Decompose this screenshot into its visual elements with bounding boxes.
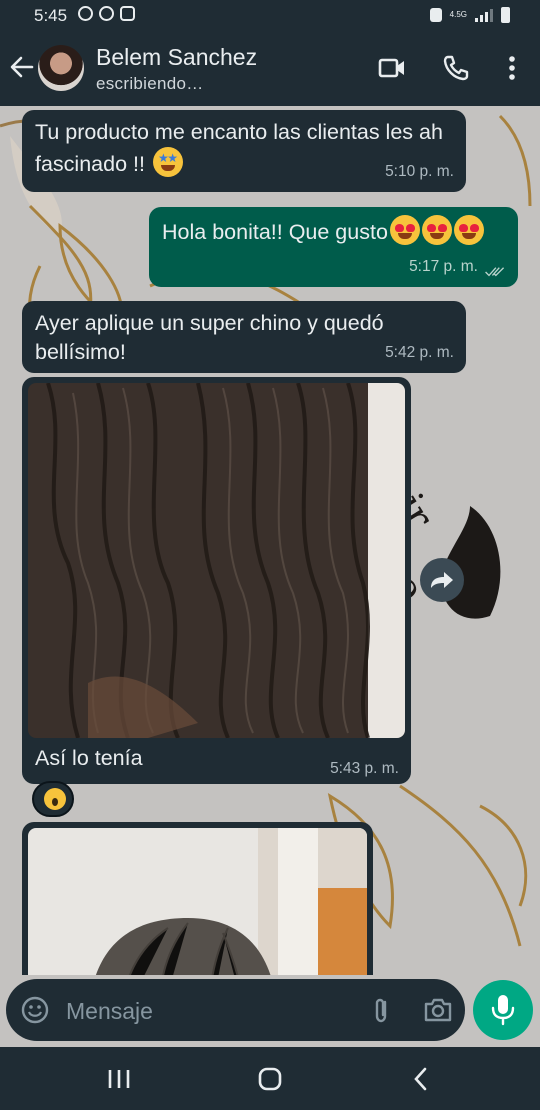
instagram-icon <box>120 6 135 21</box>
message-time: 5:42 p. m. <box>385 344 454 361</box>
voice-message-button[interactable] <box>473 980 533 1040</box>
contact-status: escribiendo… <box>96 74 204 93</box>
emoji-picker-icon[interactable] <box>20 995 50 1025</box>
message-time: 5:10 p. m. <box>385 163 454 180</box>
recent-apps-icon[interactable] <box>104 1065 134 1093</box>
status-bar: 5:45 4.5G <box>0 0 540 32</box>
message-bubble-outgoing[interactable]: Hola bonita!! Que gusto 5:17 p. m. <box>149 207 518 287</box>
read-receipt-icon <box>485 267 505 277</box>
network-type: 4.5G <box>449 10 467 19</box>
video-call-icon[interactable] <box>376 52 408 84</box>
camera-icon[interactable] <box>422 995 454 1025</box>
hair-photo-after[interactable] <box>28 828 367 975</box>
star-struck-emoji-icon <box>152 147 183 177</box>
notification-icons <box>78 6 135 21</box>
surprised-face-emoji-icon <box>44 788 66 810</box>
heart-eyes-emoji-icon <box>453 215 484 245</box>
back-nav-icon[interactable] <box>406 1065 436 1093</box>
avatar[interactable] <box>38 45 84 91</box>
heart-eyes-emoji-icon <box>421 215 452 245</box>
chat-area[interactable]: ir care Tu producto me encanto las clien… <box>0 106 540 975</box>
message-input-container[interactable] <box>6 979 465 1041</box>
facebook-icon <box>78 6 93 21</box>
forward-icon <box>431 572 453 588</box>
chat-header: Belem Sanchez escribiendo… <box>0 32 540 106</box>
image-message-incoming[interactable]: Así lo tenía 5:43 p. m. <box>22 377 411 784</box>
composer-bar <box>0 975 540 1047</box>
messenger-icon <box>99 6 114 21</box>
message-reaction[interactable] <box>32 781 74 817</box>
forward-button[interactable] <box>420 558 464 602</box>
contact-name[interactable]: Belem Sanchez <box>96 44 257 71</box>
message-text: Ayer aplique un super chino y quedó bell… <box>35 311 384 364</box>
message-bubble-incoming[interactable]: Tu producto me encanto las clientas les … <box>22 110 466 192</box>
message-text: Hola bonita!! Que gusto <box>162 220 388 244</box>
battery-icon <box>501 7 510 23</box>
heart-eyes-emoji-icon <box>389 215 420 245</box>
message-input[interactable] <box>64 993 348 1029</box>
battery-saver-icon <box>429 8 442 22</box>
home-icon[interactable] <box>255 1065 285 1093</box>
paperclip-icon[interactable] <box>366 995 396 1025</box>
phone-call-icon[interactable] <box>440 52 472 84</box>
message-time: 5:43 p. m. <box>330 760 399 777</box>
system-navigation-bar <box>0 1047 540 1110</box>
message-time: 5:17 p. m. <box>409 258 478 275</box>
message-text: Tu producto me encanto las clientas les … <box>35 120 443 176</box>
microphone-icon <box>491 995 515 1026</box>
signal-icon <box>475 8 493 22</box>
image-message-incoming[interactable] <box>22 822 373 975</box>
back-arrow-icon[interactable] <box>8 52 36 82</box>
message-bubble-incoming[interactable]: Ayer aplique un super chino y quedó bell… <box>22 301 466 373</box>
hair-photo-before[interactable] <box>28 383 405 738</box>
image-caption: Así lo tenía <box>35 746 143 770</box>
system-icons: 4.5G <box>429 7 510 23</box>
status-time: 5:45 <box>34 6 68 25</box>
more-options-icon[interactable] <box>496 52 528 84</box>
